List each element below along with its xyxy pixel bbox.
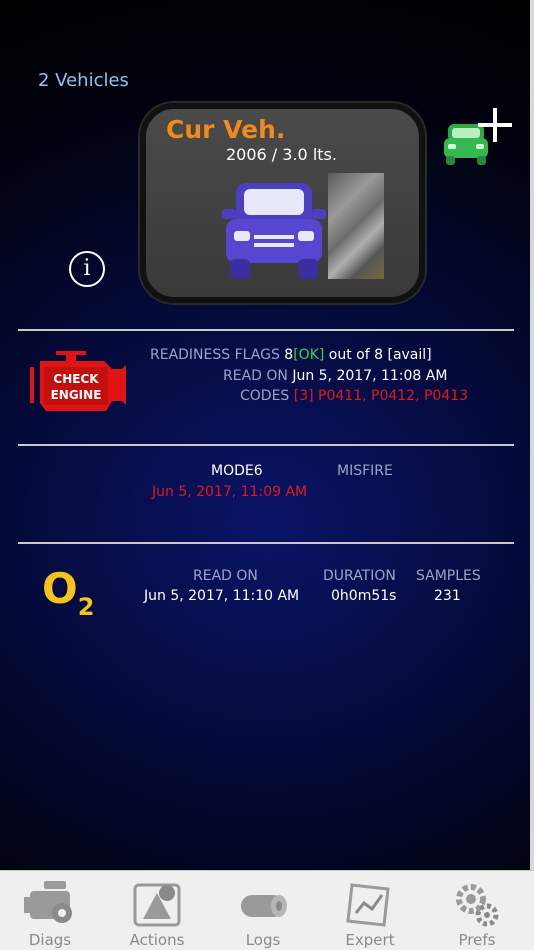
tab-actions-label: Actions <box>129 931 185 949</box>
gears-icon <box>456 884 499 927</box>
o2-duration-label: DURATION <box>323 568 396 584</box>
o2-samples-label: SAMPLES <box>416 568 481 584</box>
readiness-flags-count: 8 <box>284 347 294 363</box>
window-edge <box>530 0 534 870</box>
codes-label: CODES <box>240 388 290 404</box>
tab-prefs-label: Prefs <box>458 931 496 949</box>
tab-logs-label: Logs <box>245 931 281 949</box>
codes-value: [3] P0411, P0412, P0413 <box>293 388 469 404</box>
actions-icon <box>133 883 181 927</box>
o2-duration-value: 0h0m51s <box>331 588 397 604</box>
divider <box>18 542 514 544</box>
o2-symbol: O <box>42 564 78 613</box>
readiness-read-on-label: READ ON <box>223 368 288 384</box>
o2-subscript: 2 <box>77 593 95 621</box>
engine-icon <box>24 881 72 923</box>
vehicle-subtitle: 2006 / 3.0 lts. <box>226 145 337 164</box>
readiness-flags-ok: [OK] <box>293 347 325 363</box>
codes-row[interactable]: CODES [3] P0411, P0412, P0413 <box>240 388 468 404</box>
tab-bar: Diags Actions Logs Expert Prefs <box>0 870 534 950</box>
check-engine-icon[interactable]: CHECK ENGINE <box>26 347 130 419</box>
tab-expert[interactable]: Expert <box>320 871 420 950</box>
o2-sensor-icon[interactable]: O2 <box>42 564 94 621</box>
vehicle-photo <box>328 173 384 279</box>
o2-read-on-label: READ ON <box>193 568 258 584</box>
expert-icon <box>346 883 390 927</box>
tab-expert-label: Expert <box>345 931 395 949</box>
mode6-label: MODE6 <box>211 463 263 479</box>
readiness-flags-row[interactable]: READINESS FLAGS 8[OK] out of 8 [avail] <box>150 347 432 363</box>
vehicles-link[interactable]: 2 Vehicles <box>38 70 129 91</box>
info-button[interactable]: i <box>69 251 105 287</box>
tab-prefs[interactable]: Prefs <box>427 871 527 950</box>
divider <box>18 444 514 446</box>
check-engine-text-engine: ENGINE <box>51 388 102 402</box>
mode6-date[interactable]: Jun 5, 2017, 11:09 AM <box>152 484 307 500</box>
tab-logs[interactable]: Logs <box>213 871 313 950</box>
misfire-label[interactable]: MISFIRE <box>337 463 393 479</box>
o2-read-on-value: Jun 5, 2017, 11:10 AM <box>144 588 300 604</box>
purple-car-icon <box>222 183 326 279</box>
add-vehicle-icon[interactable] <box>440 104 516 170</box>
tab-actions[interactable]: Actions <box>107 871 207 950</box>
divider <box>18 329 514 331</box>
vehicle-title: Cur Veh. <box>166 115 286 144</box>
tab-diags-label: Diags <box>28 931 72 949</box>
current-vehicle-card[interactable]: Cur Veh. 2006 / 3.0 lts. <box>140 103 425 303</box>
readiness-read-on-value: Jun 5, 2017, 11:08 AM <box>292 368 448 384</box>
readiness-read-on-row: READ ON Jun 5, 2017, 11:08 AM <box>223 368 447 384</box>
readiness-flags-label: READINESS FLAGS <box>150 347 280 363</box>
readiness-flags-rest: out of 8 [avail] <box>328 347 432 363</box>
check-engine-text-check: CHECK <box>53 372 99 386</box>
o2-samples-value: 231 <box>434 588 461 604</box>
logs-icon <box>241 895 287 917</box>
tab-diags[interactable]: Diags <box>0 871 100 950</box>
